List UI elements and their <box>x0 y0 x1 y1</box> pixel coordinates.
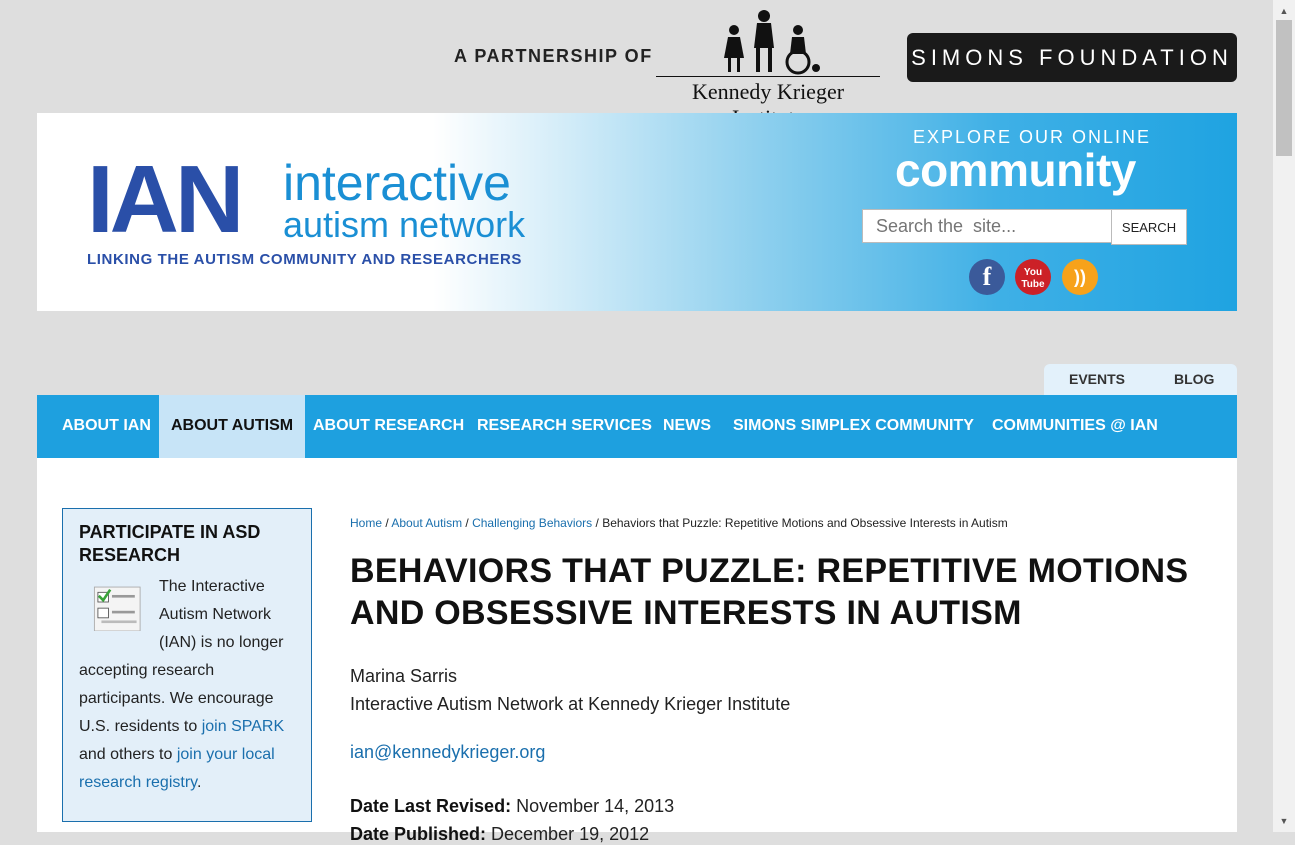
tab-blog[interactable]: BLOG <box>1174 364 1214 395</box>
main-nav: ABOUT IAN ABOUT AUTISM ABOUT RESEARCH RE… <box>37 395 1237 458</box>
rss-icon[interactable]: )) <box>1062 259 1098 295</box>
tab-events[interactable]: EVENTS <box>1069 364 1125 395</box>
date-published-value: December 19, 2012 <box>491 824 650 844</box>
breadcrumb-sep: / <box>462 516 473 530</box>
search-button[interactable]: SEARCH <box>1111 209 1187 245</box>
author-affiliation: Interactive Autism Network at Kennedy Kr… <box>350 694 791 714</box>
youtube-icon[interactable]: You Tube <box>1015 259 1051 295</box>
page-scrollbar[interactable]: ▲ ▼ <box>1273 0 1295 832</box>
scroll-down-icon[interactable]: ▼ <box>1273 812 1295 832</box>
rss-glyph: )) <box>1074 267 1086 287</box>
partnership-bar: A PARTNERSHIP OF Kennedy Krieger Institu… <box>0 0 1273 130</box>
sidebar-text: The Interactive Autism Network (IAN) is … <box>79 573 301 797</box>
header-banner: IAN interactive autism network LINKING T… <box>37 113 1237 311</box>
ian-logo[interactable]: IAN interactive autism network LINKING T… <box>87 146 567 275</box>
nav-news[interactable]: NEWS <box>651 395 723 458</box>
sidebar-text-3: . <box>196 774 202 791</box>
ian-logo-line1: interactive <box>283 155 511 211</box>
ian-logo-letters: IAN <box>87 146 244 253</box>
breadcrumb-challenging-behaviors[interactable]: Challenging Behaviors <box>472 516 592 530</box>
breadcrumb-sep: / <box>382 516 392 530</box>
youtube-glyph: You Tube <box>1021 267 1045 290</box>
email-link[interactable]: ian@kennedykrieger.org <box>350 742 545 763</box>
breadcrumb-current: Behaviors that Puzzle: Repetitive Motion… <box>602 516 1008 530</box>
sidebar-text-2: and others to <box>79 746 177 763</box>
participate-sidebar: PARTICIPATE IN ASD RESEARCH The Interact… <box>62 508 312 822</box>
nav-about-research[interactable]: ABOUT RESEARCH <box>301 395 476 458</box>
date-revised-value: November 14, 2013 <box>516 796 675 816</box>
breadcrumb-about-autism[interactable]: About Autism <box>391 516 462 530</box>
scroll-thumb[interactable] <box>1276 20 1292 156</box>
simons-foundation-logo[interactable]: SIMONS FOUNDATION <box>907 33 1237 82</box>
join-spark-link[interactable]: join SPARK <box>202 718 284 735</box>
nav-about-ian[interactable]: ABOUT IAN <box>37 395 163 458</box>
date-published-label: Date Published: <box>350 824 487 844</box>
kki-figures-icon <box>724 10 820 75</box>
facebook-icon[interactable]: f <box>969 259 1005 295</box>
facebook-glyph: f <box>982 262 992 291</box>
kki-logo[interactable]: Kennedy Krieger Institute <box>656 8 880 130</box>
checklist-icon <box>93 586 141 631</box>
author-block: Marina Sarris Interactive Autism Network… <box>350 662 790 718</box>
sidebar-title: PARTICIPATE IN ASD RESEARCH <box>79 522 261 565</box>
main-content: PARTICIPATE IN ASD RESEARCH The Interact… <box>37 458 1237 844</box>
secondary-tabs: EVENTS BLOG <box>1044 364 1237 395</box>
breadcrumb-home[interactable]: Home <box>350 516 382 530</box>
nav-about-autism[interactable]: ABOUT AUTISM <box>159 395 306 458</box>
page-title: BEHAVIORS THAT PUZZLE: REPETITIVE MOTION… <box>350 552 1189 632</box>
partnership-label: A PARTNERSHIP OF <box>454 46 653 66</box>
ian-tagline: LINKING THE AUTISM COMMUNITY AND RESEARC… <box>87 251 523 268</box>
nav-simons-simplex-community[interactable]: SIMONS SIMPLEX COMMUNITY <box>721 395 986 458</box>
nav-communities-ian[interactable]: COMMUNITIES @ IAN <box>980 395 1170 458</box>
author-name: Marina Sarris <box>350 666 458 686</box>
nav-research-services[interactable]: RESEARCH SERVICES <box>465 395 664 458</box>
date-revised: Date Last Revised: November 14, 2013 <box>350 796 674 817</box>
breadcrumb-sep: / <box>592 516 603 530</box>
date-revised-label: Date Last Revised: <box>350 796 512 816</box>
scroll-up-icon[interactable]: ▲ <box>1273 0 1295 20</box>
breadcrumb: Home / About Autism / Challenging Behavi… <box>350 516 1008 530</box>
explore-community-big[interactable]: community <box>895 143 1136 197</box>
ian-logo-line2: autism network <box>283 204 526 245</box>
search-input[interactable] <box>862 209 1112 243</box>
date-published: Date Published: December 19, 2012 <box>350 824 649 845</box>
